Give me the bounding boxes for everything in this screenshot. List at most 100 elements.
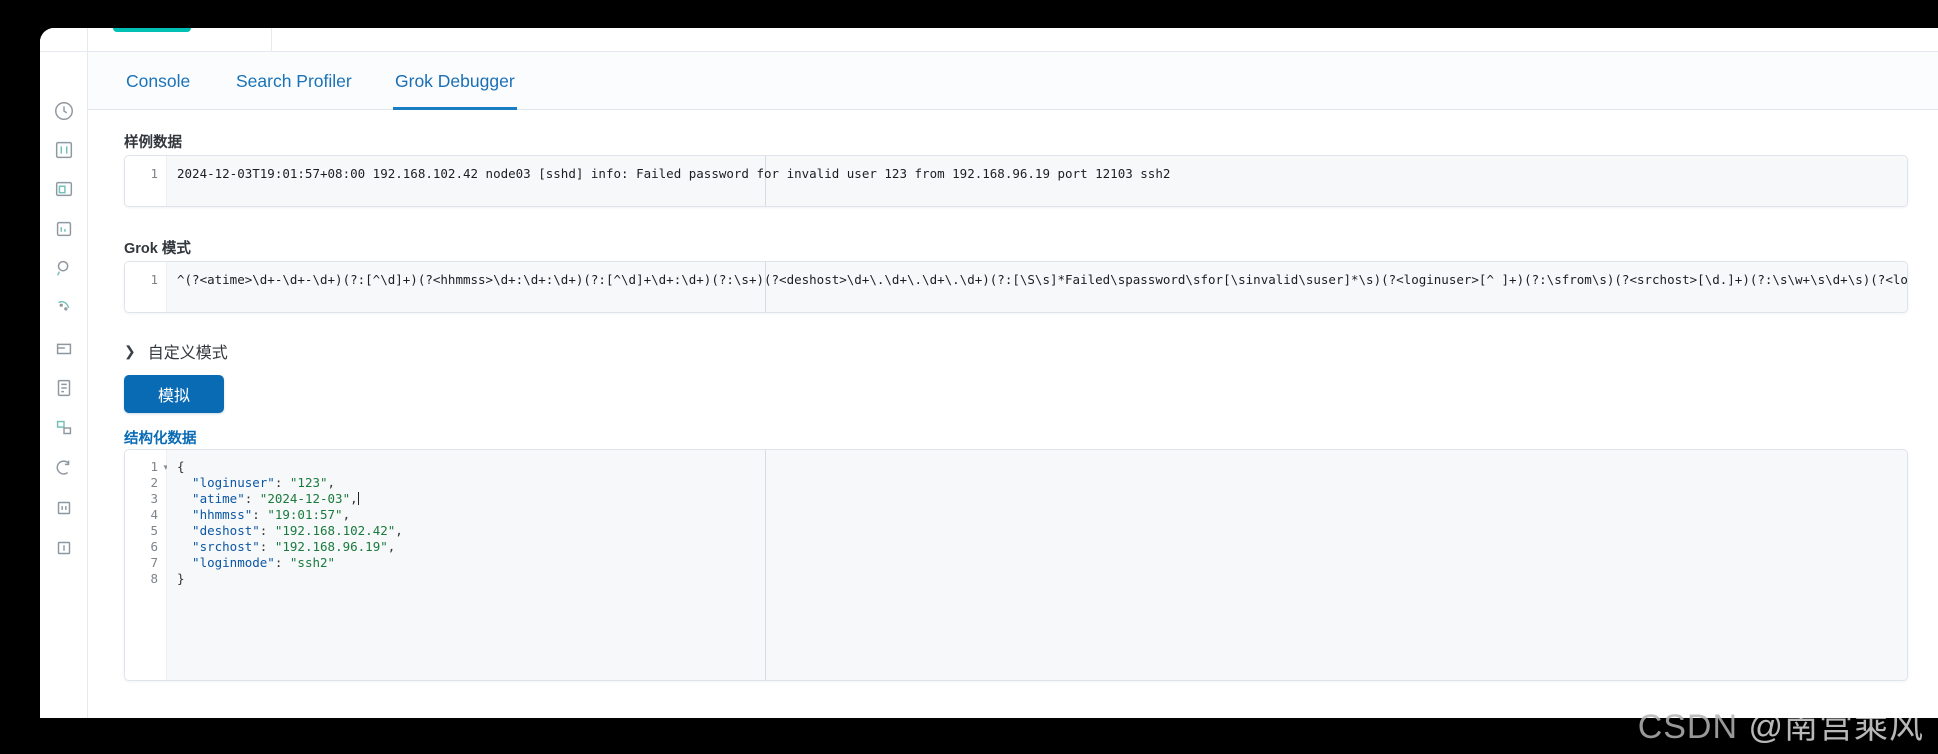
app-window: Console Search Profiler Grok Debugger 样例… bbox=[40, 28, 1938, 718]
tab-search-profiler[interactable]: Search Profiler bbox=[234, 52, 354, 110]
sidebar-item-maps[interactable] bbox=[53, 297, 75, 319]
code-line: "atime": "2024-12-03", bbox=[177, 491, 359, 507]
sidebar-item-logs[interactable] bbox=[53, 377, 75, 399]
discover-icon bbox=[53, 178, 75, 200]
sidebar-item-recently-viewed[interactable] bbox=[53, 100, 75, 122]
json-token: { bbox=[177, 459, 185, 474]
watermark-handle: @南宫乘风 bbox=[1748, 708, 1924, 746]
line-number: 1 bbox=[150, 272, 158, 287]
json-token: "ssh2" bbox=[289, 555, 336, 570]
json-token: "atime" bbox=[177, 491, 245, 506]
top-chrome-strip bbox=[40, 28, 1938, 52]
simulate-button[interactable]: 模拟 bbox=[124, 375, 224, 413]
sidebar-item-metrics[interactable] bbox=[53, 417, 75, 439]
grok-pattern-line: ^(?<atime>\d+-\d+-\d+)(?:[^\d]+)(?<hhmms… bbox=[177, 272, 1908, 287]
code-line: "loginuser": "123", bbox=[177, 475, 335, 491]
grok-debugger-panel: 样例数据 1 2024-12-03T19:01:57+08:00 192.168… bbox=[88, 111, 1938, 718]
sidebar-item-uptime[interactable] bbox=[53, 457, 75, 479]
sample-data-line: 2024-12-03T19:01:57+08:00 192.168.102.42… bbox=[177, 166, 1171, 181]
recently-viewed-icon bbox=[53, 100, 75, 122]
line-number: 8 bbox=[150, 571, 158, 586]
text-caret bbox=[357, 492, 359, 505]
sample-data-label: 样例数据 bbox=[124, 135, 182, 151]
dev-tools-tabbar: Console Search Profiler Grok Debugger bbox=[88, 52, 1938, 110]
watermark-prefix: CSDN bbox=[1637, 708, 1749, 746]
brand-nub-icon bbox=[113, 28, 191, 32]
line-number: 7 bbox=[150, 555, 158, 570]
grok-pattern-code-surface[interactable]: ^(?<atime>\d+-\d+-\d+)(?:[^\d]+)(?<hhmms… bbox=[167, 262, 1907, 312]
json-token: "loginuser" bbox=[177, 475, 275, 490]
json-token: "192.168.102.42" bbox=[274, 523, 396, 538]
json-token: : bbox=[274, 475, 290, 490]
management-icon bbox=[53, 537, 75, 559]
line-number: 3 bbox=[150, 491, 158, 506]
line-number: 4 bbox=[150, 507, 158, 522]
top-chrome-cell-left bbox=[40, 28, 88, 52]
custom-patterns-label: 自定义模式 bbox=[147, 345, 228, 362]
sample-data-code-surface[interactable]: 2024-12-03T19:01:57+08:00 192.168.102.42… bbox=[167, 156, 1907, 206]
json-token: "deshost" bbox=[177, 523, 260, 538]
top-chrome-cell-right bbox=[88, 28, 272, 52]
json-token: , bbox=[350, 491, 358, 506]
structured-data-editor[interactable]: 1 ▾ 2 3 4 5 6 7 8 { "loginuser": "123", "atime":… bbox=[124, 449, 1908, 681]
structured-data-code-surface[interactable]: { "loginuser": "123", "atime": "2024-12-… bbox=[167, 450, 1907, 680]
json-token: "loginmode" bbox=[177, 555, 275, 570]
tab-grok-debugger[interactable]: Grok Debugger bbox=[393, 52, 517, 110]
sidebar-item-visualize[interactable] bbox=[53, 218, 75, 240]
screenshot-root: Console Search Profiler Grok Debugger 样例… bbox=[0, 0, 1938, 754]
print-margin-guide bbox=[765, 450, 766, 680]
sidebar-item-dashboard[interactable] bbox=[53, 139, 75, 161]
code-line: "loginmode": "ssh2" bbox=[177, 555, 335, 571]
sample-data-gutter: 1 bbox=[125, 156, 167, 206]
json-token: , bbox=[395, 523, 403, 538]
dashboard-icon bbox=[53, 139, 75, 161]
visualize-icon bbox=[53, 218, 75, 240]
sample-data-editor[interactable]: 1 2024-12-03T19:01:57+08:00 192.168.102.… bbox=[124, 155, 1908, 207]
sidebar-item-machine-learning[interactable] bbox=[53, 337, 75, 359]
json-token: , bbox=[387, 539, 396, 554]
code-line: { bbox=[177, 459, 185, 475]
apm-icon bbox=[53, 497, 75, 519]
uptime-icon bbox=[53, 457, 75, 479]
sidebar-item-discover[interactable] bbox=[53, 178, 75, 200]
canvas-icon bbox=[53, 257, 75, 279]
grok-pattern-editor[interactable]: 1 ^(?<atime>\d+-\d+-\d+)(?:[^\d]+)(?<hhm… bbox=[124, 261, 1908, 313]
machine-learning-icon bbox=[53, 337, 75, 359]
chevron-right-icon: ❯ bbox=[124, 343, 136, 359]
left-icon-rail bbox=[40, 52, 88, 718]
grok-pattern-gutter: 1 bbox=[125, 262, 167, 312]
json-token: : bbox=[274, 555, 290, 570]
sidebar-item-apm[interactable] bbox=[53, 497, 75, 519]
watermark: CSDN @南宫乘风 bbox=[1638, 699, 1924, 748]
json-token: , bbox=[342, 507, 351, 522]
maps-icon bbox=[53, 297, 75, 319]
logs-icon bbox=[53, 377, 75, 399]
json-token: "2024-12-03" bbox=[259, 491, 351, 506]
metrics-icon bbox=[53, 417, 75, 439]
json-token: "srchost" bbox=[177, 539, 260, 554]
line-number: 1 bbox=[150, 166, 158, 181]
code-line: } bbox=[177, 571, 185, 587]
json-token: : bbox=[244, 491, 260, 506]
json-token: : bbox=[259, 523, 275, 538]
code-line: "deshost": "192.168.102.42", bbox=[177, 523, 403, 539]
json-token: "19:01:57" bbox=[267, 507, 343, 522]
json-token: "hhmmss" bbox=[177, 507, 253, 522]
line-number: 2 bbox=[150, 475, 158, 490]
line-number: 1 bbox=[150, 459, 158, 474]
main-content: Console Search Profiler Grok Debugger 样例… bbox=[88, 52, 1938, 718]
json-token: : bbox=[259, 539, 275, 554]
json-token: "192.168.96.19" bbox=[274, 539, 388, 554]
json-token: "123" bbox=[289, 475, 328, 490]
line-number: 5 bbox=[150, 523, 158, 538]
json-token: : bbox=[252, 507, 268, 522]
grok-pattern-label: Grok 模式 bbox=[124, 241, 191, 257]
sidebar-item-canvas[interactable] bbox=[53, 257, 75, 279]
tab-console[interactable]: Console bbox=[124, 52, 192, 110]
line-number: 6 bbox=[150, 539, 158, 554]
custom-patterns-accordion[interactable]: ❯ 自定义模式 bbox=[124, 339, 228, 363]
code-line: "hhmmss": "19:01:57", bbox=[177, 507, 350, 523]
json-token: , bbox=[327, 475, 336, 490]
sidebar-item-management[interactable] bbox=[53, 537, 75, 559]
json-token: } bbox=[177, 571, 185, 586]
